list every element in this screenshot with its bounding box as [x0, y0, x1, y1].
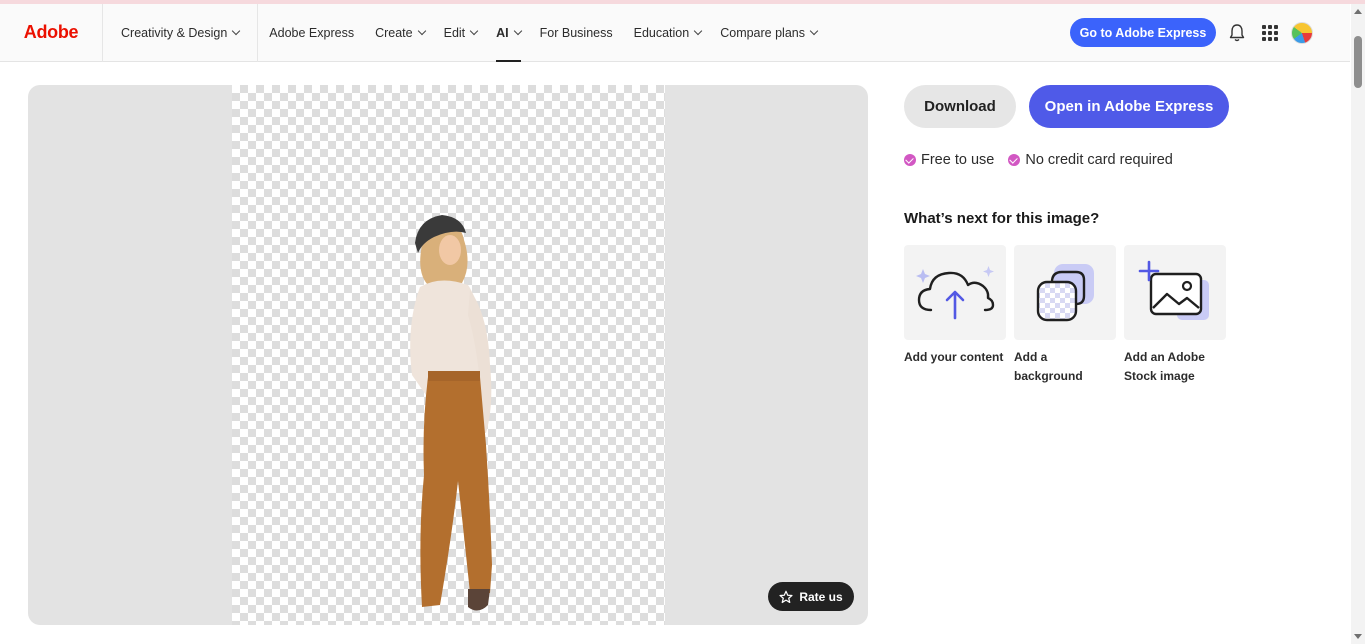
add-image-icon	[1137, 260, 1213, 326]
chevron-down-icon	[470, 27, 478, 35]
nav-item-label: For Business	[540, 26, 613, 40]
perk-item: Free to use	[904, 152, 994, 168]
card-label: Add your content	[904, 348, 1006, 367]
card-label: Add an Adobe Stock image	[1124, 348, 1226, 386]
nav-item-label: Creativity & Design	[121, 26, 227, 40]
nav-item-education[interactable]: Education	[634, 4, 702, 62]
rate-us-button[interactable]: Rate us	[768, 582, 854, 611]
whats-next-heading: What’s next for this image?	[904, 210, 1099, 227]
avatar[interactable]	[1291, 22, 1313, 44]
check-icon	[904, 154, 916, 166]
nav-item-label: Edit	[444, 26, 466, 40]
nav-item-adobe-express[interactable]: Adobe Express	[269, 4, 354, 62]
perk-label: No credit card required	[1025, 152, 1173, 168]
perk-item: No credit card required	[1008, 152, 1173, 168]
nav-item-label: Education	[634, 26, 690, 40]
add-a-background-card[interactable]: Add a background	[1014, 245, 1116, 386]
nav-item-edit[interactable]: Edit	[444, 4, 478, 62]
download-button[interactable]: Download	[904, 85, 1016, 128]
transparent-background	[232, 85, 665, 625]
nav-item-label: Compare plans	[720, 26, 805, 40]
adobe-logo[interactable]: Adobe	[0, 4, 103, 62]
check-icon	[1008, 154, 1020, 166]
add-your-content-card[interactable]: Add your content	[904, 245, 1006, 367]
chevron-down-icon	[810, 27, 818, 35]
rate-us-label: Rate us	[799, 590, 842, 604]
scroll-down-icon[interactable]	[1354, 634, 1362, 639]
card-label: Add a background	[1014, 348, 1116, 386]
page-scrollbar[interactable]	[1351, 4, 1365, 644]
app-grid-icon[interactable]	[1262, 25, 1278, 41]
nav-item-creativity-design[interactable]: Creativity & Design	[121, 4, 239, 62]
card-tile[interactable]	[1124, 245, 1226, 340]
nav-item-create[interactable]: Create	[375, 4, 425, 62]
image-preview: Rate us	[28, 85, 868, 625]
nav-divider	[257, 4, 258, 62]
go-to-adobe-express-button[interactable]: Go to Adobe Express	[1070, 18, 1216, 47]
nav-item-ai[interactable]: AI	[496, 4, 521, 62]
card-tile[interactable]	[904, 245, 1006, 340]
nav-item-compare-plans[interactable]: Compare plans	[720, 4, 817, 62]
perk-label: Free to use	[921, 152, 994, 168]
global-nav: Adobe Creativity & Design Adobe Express …	[0, 4, 1350, 62]
scrollbar-thumb[interactable]	[1354, 36, 1362, 88]
chevron-down-icon	[417, 27, 425, 35]
perks-list: Free to use No credit card required	[904, 152, 1173, 168]
subject-image	[382, 205, 522, 625]
chevron-down-icon	[232, 27, 240, 35]
chevron-down-icon	[694, 27, 702, 35]
add-adobe-stock-image-card[interactable]: Add an Adobe Stock image	[1124, 245, 1226, 386]
open-in-adobe-express-button[interactable]: Open in Adobe Express	[1029, 85, 1229, 128]
nav-item-label: Adobe Express	[269, 26, 354, 40]
chevron-down-icon	[513, 27, 521, 35]
nav-item-label: AI	[496, 26, 509, 40]
bell-icon[interactable]	[1228, 23, 1246, 43]
nav-item-label: Create	[375, 26, 413, 40]
nav-item-for-business[interactable]: For Business	[540, 4, 613, 62]
card-tile[interactable]	[1014, 245, 1116, 340]
background-layers-icon	[1030, 258, 1100, 328]
scroll-up-icon[interactable]	[1354, 9, 1362, 14]
cloud-upload-icon	[913, 260, 997, 326]
star-icon	[779, 590, 793, 604]
